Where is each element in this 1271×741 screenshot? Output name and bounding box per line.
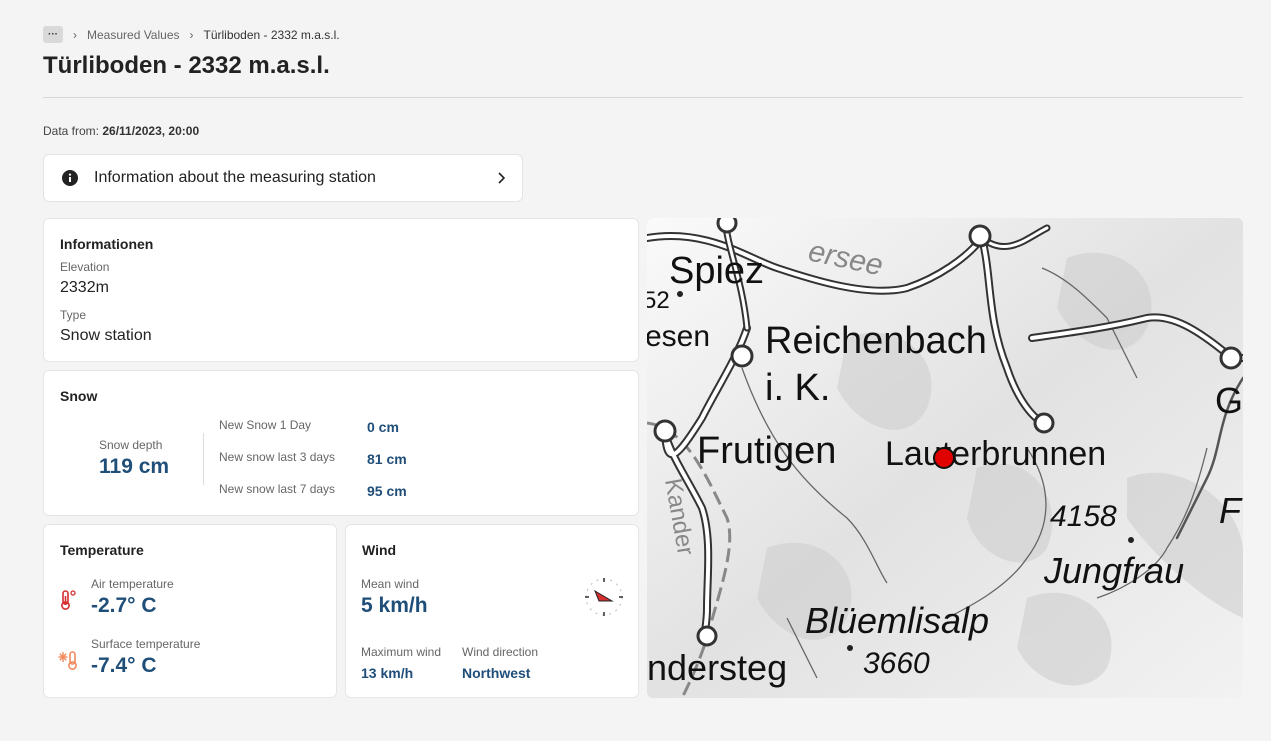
temperature-card: Temperature Air temperature -2.7° C Surf… xyxy=(43,524,337,698)
new-snow-1-day-value: 0 cm xyxy=(367,419,399,435)
map-peak-marker xyxy=(847,645,853,651)
surface-temperature-value: -7.4° C xyxy=(91,654,157,677)
breadcrumb-item-current: Türliboden - 2332 m.a.s.l. xyxy=(203,27,340,42)
snow-thermometer-icon xyxy=(58,651,77,670)
map-label-spiez: Spiez xyxy=(669,250,764,292)
map-label-esen: esen xyxy=(647,320,710,353)
data-from-value: 26/11/2023, 20:00 xyxy=(102,124,200,138)
map-label-frutigen: Frutigen xyxy=(697,430,836,472)
new-snow-7-days-label: New snow last 7 days xyxy=(219,482,336,496)
snow-title: Snow xyxy=(60,388,98,404)
station-location-marker[interactable] xyxy=(933,447,955,469)
snow-depth-value: 119 cm xyxy=(99,455,170,478)
wind-card: Wind Mean wind 5 km/h Maximum wind 13 km… xyxy=(345,524,639,698)
station-info-label: Information about the measuring station xyxy=(94,169,376,186)
map-peak-marker xyxy=(1128,537,1134,543)
map-label-ik: i. K. xyxy=(765,367,830,409)
wind-compass-icon xyxy=(585,578,623,616)
map-label-num52: 52 xyxy=(647,287,670,314)
type-label: Type xyxy=(60,308,87,322)
map-label-f: F xyxy=(1219,490,1243,531)
station-info-link[interactable]: Information about the measuring station xyxy=(43,154,523,202)
map-label-lauterbrunnen: Lauterbrunnen xyxy=(885,435,1106,473)
information-title: Informationen xyxy=(60,236,154,252)
snow-depth-label: Snow depth xyxy=(99,438,163,452)
map-town-marker xyxy=(677,291,683,297)
maximum-wind-value: 13 km/h xyxy=(361,665,414,681)
snow-divider xyxy=(203,433,204,485)
type-value: Snow station xyxy=(60,327,152,344)
breadcrumb: ··· › Measured Values › Türliboden - 233… xyxy=(43,26,340,43)
thermometer-icon xyxy=(61,590,76,610)
map-label-4158: 4158 xyxy=(1050,500,1117,533)
elevation-value: 2332m xyxy=(60,279,109,296)
map-canvas[interactable]: Spiez 52 esen Reichenbach i. K. Frutigen… xyxy=(647,218,1243,698)
station-map[interactable]: Spiez 52 esen Reichenbach i. K. Frutigen… xyxy=(647,218,1243,698)
air-temperature-value: -2.7° C xyxy=(91,594,157,617)
data-from-label: Data from: xyxy=(43,124,100,138)
page-title: Türliboden - 2332 m.a.s.l. xyxy=(43,52,330,79)
map-label-g: G xyxy=(1215,380,1243,421)
information-card: Informationen Elevation 2332m Type Snow … xyxy=(43,218,639,362)
wind-direction-label: Wind direction xyxy=(462,645,539,659)
new-snow-7-days-value: 95 cm xyxy=(367,483,407,499)
mean-wind-label: Mean wind xyxy=(361,577,420,591)
breadcrumb-more-button[interactable]: ··· xyxy=(43,26,63,43)
breadcrumb-separator-icon: › xyxy=(189,27,194,42)
surface-temperature-label: Surface temperature xyxy=(91,637,201,651)
new-snow-1-day-label: New Snow 1 Day xyxy=(219,418,312,432)
wind-title: Wind xyxy=(362,542,397,558)
new-snow-3-days-value: 81 cm xyxy=(367,451,407,467)
map-label-bluemlisalp: Blüemlisalp xyxy=(805,600,989,641)
temperature-title: Temperature xyxy=(60,542,144,558)
chevron-right-icon xyxy=(498,172,506,184)
map-label-3660: 3660 xyxy=(863,647,930,680)
map-label-jungfrau: Jungfrau xyxy=(1043,550,1184,591)
air-temperature-label: Air temperature xyxy=(91,577,174,591)
snow-card: Snow Snow depth 119 cm New Snow 1 Day 0 … xyxy=(43,370,639,516)
data-timestamp: Data from: 26/11/2023, 20:00 xyxy=(43,124,199,138)
breadcrumb-separator-icon: › xyxy=(73,27,77,42)
new-snow-3-days-label: New snow last 3 days xyxy=(219,450,336,464)
info-circle-icon xyxy=(62,170,78,186)
mean-wind-value: 5 km/h xyxy=(361,594,428,617)
map-label-kandersteg: ndersteg xyxy=(647,647,787,688)
divider xyxy=(43,97,1243,98)
map-label-reichenbach: Reichenbach xyxy=(765,320,987,362)
elevation-label: Elevation xyxy=(60,260,110,274)
breadcrumb-item-measured-values[interactable]: Measured Values xyxy=(87,28,180,42)
maximum-wind-label: Maximum wind xyxy=(361,645,442,659)
wind-direction-value: Northwest xyxy=(462,665,531,681)
